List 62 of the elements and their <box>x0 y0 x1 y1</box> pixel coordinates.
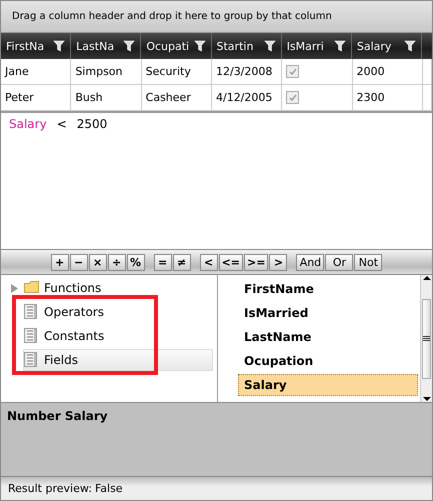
table-cell: Casheer <box>142 85 212 110</box>
table-cell: 2300 <box>352 85 423 110</box>
field-item[interactable]: LastName <box>238 326 418 348</box>
field-item[interactable]: Salary <box>238 374 418 396</box>
status-value: False <box>94 482 123 495</box>
operator-button[interactable]: Or <box>325 254 354 270</box>
operator-button[interactable]: ÷ <box>108 254 126 270</box>
operator-button[interactable]: < <box>200 254 218 270</box>
column-header[interactable]: Ocupati <box>141 33 212 59</box>
table-cell: Jane <box>1 59 72 84</box>
expression-token: < <box>56 117 67 131</box>
operator-button[interactable]: Not <box>354 254 382 270</box>
check-icon <box>288 68 297 75</box>
operator-button[interactable]: % <box>126 254 145 270</box>
tree-item[interactable]: Operators <box>23 301 213 323</box>
tree-item[interactable]: Fields <box>23 349 213 371</box>
down-arrow-icon <box>422 396 430 402</box>
operator-button[interactable]: ≠ <box>172 254 191 270</box>
expression-token: Salary <box>9 117 47 131</box>
operator-button[interactable]: − <box>70 254 88 270</box>
tree-item[interactable]: Constants <box>23 325 213 347</box>
status-label: Result preview: <box>8 482 92 495</box>
column-header[interactable]: FirstNa <box>1 33 72 59</box>
column-header[interactable]: Startin <box>212 33 282 59</box>
operator-button[interactable]: + <box>50 254 69 270</box>
grip-icon <box>423 336 430 341</box>
operator-button[interactable]: >= <box>244 254 268 270</box>
folder-icon <box>24 280 40 296</box>
table-cell: 2000 <box>352 59 423 84</box>
list-icon <box>24 304 40 320</box>
column-header[interactable]: IsMarri <box>282 33 352 59</box>
scrollbar[interactable] <box>420 275 432 402</box>
table-cell: 12/3/2008 <box>212 59 282 84</box>
field-item[interactable]: IsMarried <box>238 302 418 324</box>
table-cell: Bush <box>71 85 142 110</box>
group-panel: Drag a column header and drop it here to group by that column <box>1 1 432 33</box>
filter-icon <box>53 40 66 52</box>
up-arrow-icon <box>422 275 430 281</box>
operator-button[interactable]: <= <box>218 254 243 270</box>
filter-icon <box>404 40 416 52</box>
column-header[interactable]: LastNa <box>71 33 142 59</box>
field-item[interactable]: FirstName <box>238 278 418 300</box>
operator-button[interactable]: And <box>296 254 324 270</box>
operator-button[interactable]: = <box>154 254 172 270</box>
tree-item[interactable]: Functions <box>23 277 213 299</box>
table-cell: Simpson <box>71 59 142 84</box>
table-cell: 4/12/2005 <box>212 85 282 110</box>
filter-icon <box>194 40 206 52</box>
expression-token: 2500 <box>76 117 108 131</box>
filter-icon <box>264 40 276 52</box>
check-icon <box>288 94 297 101</box>
field-item[interactable]: Ocupation <box>238 350 418 372</box>
operator-button[interactable]: > <box>269 254 288 270</box>
filter-icon <box>334 40 346 52</box>
column-header[interactable]: Salary <box>352 33 422 59</box>
description-text: Number Salary <box>1 403 432 477</box>
table-cell: Security <box>142 59 212 84</box>
list-icon <box>24 352 40 368</box>
table-cell: Peter <box>1 85 72 110</box>
list-icon <box>24 328 40 344</box>
operator-button[interactable]: × <box>88 254 107 270</box>
filter-icon <box>123 40 136 52</box>
